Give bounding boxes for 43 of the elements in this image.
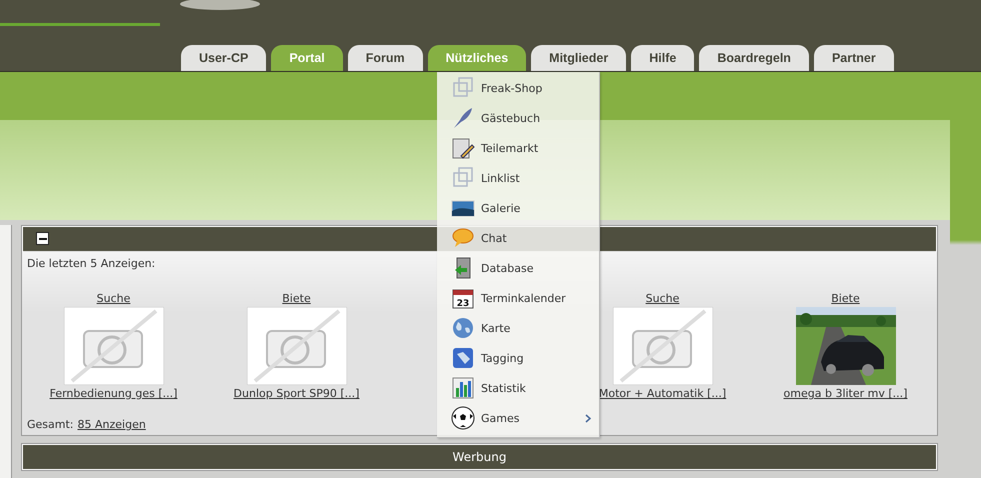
ad-type-link[interactable]: Suche [646, 292, 680, 305]
collapse-button[interactable] [36, 232, 49, 245]
camera-placeholder-icon [612, 307, 712, 385]
nav-tab[interactable]: Partner [814, 45, 894, 71]
panel-title: Werbung [452, 450, 506, 464]
feather-icon [451, 106, 475, 130]
menu-item[interactable]: Chat [437, 223, 599, 253]
menu-item[interactable]: Games [437, 403, 599, 433]
camera-placeholder-icon [246, 307, 346, 385]
globe-icon [451, 316, 475, 340]
menu-item[interactable]: Galerie [437, 193, 599, 223]
menu-item[interactable]: Gästebuch [437, 103, 599, 133]
nav-tab[interactable]: Hilfe [631, 45, 694, 71]
ad-title-link[interactable]: Fernbedienung ges [...] [50, 387, 178, 400]
menu-item[interactable]: Freak-Shop [437, 73, 599, 103]
menu-item[interactable]: Karte [437, 313, 599, 343]
ad-type-link[interactable]: Biete [831, 292, 860, 305]
tag-icon [451, 346, 475, 370]
ad-title-link[interactable]: Motor + Automatik [...] [598, 387, 726, 400]
speech-bubble-icon [451, 226, 475, 250]
menu-item[interactable]: Tagging [437, 343, 599, 373]
nav-tab[interactable]: Forum [348, 45, 423, 71]
total-label: Gesamt: [27, 418, 74, 431]
intro-text: Die letzten 5 Anzeigen: [27, 257, 156, 270]
soccer-ball-icon [451, 406, 475, 430]
menu-item[interactable]: Statistik [437, 373, 599, 403]
menu-item[interactable]: 23 Terminkalender [437, 283, 599, 313]
total-link[interactable]: 85 Anzeigen [78, 418, 146, 431]
nav-tab[interactable]: Boardregeln [699, 45, 809, 71]
ad-title-link[interactable]: Dunlop Sport SP90 [...] [234, 387, 360, 400]
ad-title-link[interactable]: omega b 3liter mv [...] [784, 387, 908, 400]
menu-item[interactable]: Teilemarkt [437, 133, 599, 163]
bar-chart-icon [451, 376, 475, 400]
nav-tab[interactable]: Mitglieder [531, 45, 626, 71]
newspaper-icon [451, 136, 475, 160]
squares-icon [451, 166, 475, 190]
menu-item[interactable]: Database [437, 253, 599, 283]
ad-type-link[interactable]: Biete [282, 292, 311, 305]
camera-placeholder-icon [64, 307, 164, 385]
menu-item[interactable]: Linklist [437, 163, 599, 193]
ad-type-link[interactable]: Suche [96, 292, 130, 305]
squares-icon [451, 76, 475, 100]
nav-tab[interactable]: User-CP [181, 45, 266, 71]
